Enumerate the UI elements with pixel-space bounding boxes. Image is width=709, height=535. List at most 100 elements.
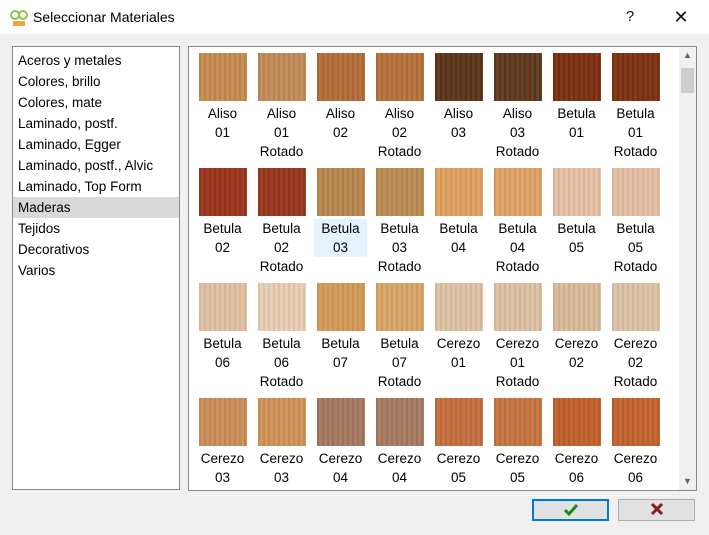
material-label-line: 06 (627, 470, 644, 485)
material-label-line: 03 (450, 125, 467, 140)
material-tile[interactable]: Cerezo 05 (432, 398, 485, 487)
material-swatch (316, 398, 365, 446)
material-label-line: Betula (203, 336, 242, 351)
material-tile[interactable]: Cerezo 03 (255, 398, 308, 487)
material-swatch (375, 168, 424, 216)
material-tile[interactable]: Betula 02 Rotado (255, 168, 308, 276)
material-tile[interactable]: Cerezo 04 (314, 398, 367, 487)
material-label-line: 01 (509, 355, 526, 370)
material-tile[interactable]: Cerezo 06 (550, 398, 603, 487)
material-tile[interactable]: Aliso 02 (314, 53, 367, 142)
material-tile[interactable]: Cerezo 03 (196, 398, 249, 487)
material-tile[interactable]: Betula 01 (550, 53, 603, 142)
material-label: Aliso 01 (196, 104, 249, 142)
material-label-line: 05 (450, 470, 467, 485)
material-tile[interactable]: Betula 02 (196, 168, 249, 257)
material-label: Betula 03 (314, 219, 367, 257)
category-item[interactable]: Laminado, postf. (13, 113, 179, 134)
material-tile[interactable]: Betula 04 Rotado (491, 168, 544, 276)
material-label-line: Rotado (495, 259, 540, 274)
material-label: Betula 05 (550, 219, 603, 257)
material-label-line: 01 (273, 125, 290, 140)
material-tile[interactable]: Betula 03 Rotado (373, 168, 426, 276)
vertical-scrollbar[interactable]: ▲ ▼ (679, 47, 696, 490)
material-label-line: Rotado (377, 374, 422, 389)
material-tile[interactable]: Betula 06 (196, 283, 249, 372)
material-label: Cerezo 03 (255, 449, 308, 487)
material-label-line: Betula (616, 106, 655, 121)
material-tile[interactable]: Betula 07 (314, 283, 367, 372)
material-tile[interactable]: Cerezo 04 (373, 398, 426, 487)
material-tile[interactable]: Aliso 03 Rotado (491, 53, 544, 161)
category-item[interactable]: Varios (13, 260, 179, 281)
material-tile[interactable]: Betula 07 Rotado (373, 283, 426, 391)
material-label-line: 01 (214, 125, 231, 140)
category-item[interactable]: Laminado, Egger (13, 134, 179, 155)
material-tile[interactable]: Betula 04 (432, 168, 485, 257)
material-label-line: Betula (616, 221, 655, 236)
category-item[interactable]: Aceros y metales (13, 50, 179, 71)
material-label: Aliso 03 Rotado (491, 104, 544, 161)
material-label: Betula 02 Rotado (255, 219, 308, 276)
material-swatch (375, 398, 424, 446)
material-tile[interactable]: Cerezo 02 (550, 283, 603, 372)
material-tile[interactable]: Betula 05 Rotado (609, 168, 662, 276)
material-label-line: 06 (568, 470, 585, 485)
material-label-line: 04 (391, 470, 408, 485)
material-label-line: 03 (509, 125, 526, 140)
material-label-line: 02 (568, 355, 585, 370)
material-label-line: 05 (627, 240, 644, 255)
material-label-line: Cerezo (613, 336, 658, 351)
material-tile[interactable]: Betula 06 Rotado (255, 283, 308, 391)
material-tile[interactable]: Betula 03 (314, 168, 367, 257)
material-label-line: Betula (262, 336, 301, 351)
category-item[interactable]: Maderas (13, 197, 179, 218)
title-bar: Seleccionar Materiales ? ✕ (0, 0, 709, 34)
material-label-line: Betula (203, 221, 242, 236)
material-label-line: 07 (391, 355, 408, 370)
cancel-button[interactable] (618, 499, 695, 521)
scroll-up-arrow-icon[interactable]: ▲ (679, 47, 696, 64)
scroll-down-arrow-icon[interactable]: ▼ (679, 473, 696, 490)
close-button[interactable]: ✕ (658, 0, 704, 34)
material-tile[interactable]: Aliso 03 (432, 53, 485, 142)
material-label-line: Betula (380, 221, 419, 236)
category-item[interactable]: Decorativos (13, 239, 179, 260)
material-label: Aliso 03 (432, 104, 485, 142)
material-label-line: Rotado (613, 374, 658, 389)
material-tile[interactable]: Cerezo 02 Rotado (609, 283, 662, 391)
material-tile[interactable]: Aliso 01 Rotado (255, 53, 308, 161)
material-swatch (198, 283, 247, 331)
material-label-line: 01 (450, 355, 467, 370)
material-label-line: Cerezo (436, 336, 481, 351)
material-label-line: Aliso (325, 106, 356, 121)
material-label: Betula 04 (432, 219, 485, 257)
category-list: Aceros y metales Colores, brillo Colores, … (12, 46, 180, 490)
material-label-line: Rotado (259, 374, 304, 389)
help-button[interactable]: ? (607, 0, 653, 34)
material-label-line: Rotado (377, 259, 422, 274)
category-item[interactable]: Colores, mate (13, 92, 179, 113)
category-item[interactable]: Laminado, postf., Alvic (13, 155, 179, 176)
material-tile[interactable]: Cerezo 01 Rotado (491, 283, 544, 391)
material-label: Betula 03 Rotado (373, 219, 426, 276)
material-label-line: 05 (568, 240, 585, 255)
material-tile[interactable]: Betula 05 (550, 168, 603, 257)
material-tile[interactable]: Aliso 01 (196, 53, 249, 142)
material-label-line: 07 (332, 355, 349, 370)
category-item[interactable]: Laminado, Top Form (13, 176, 179, 197)
material-tile[interactable]: Betula 01 Rotado (609, 53, 662, 161)
material-tile[interactable]: Aliso 02 Rotado (373, 53, 426, 161)
material-label-line: Betula (498, 221, 537, 236)
material-label-line: 04 (509, 240, 526, 255)
ok-button[interactable] (532, 499, 609, 521)
category-item[interactable]: Colores, brillo (13, 71, 179, 92)
material-swatch (493, 53, 542, 101)
material-tile[interactable]: Cerezo 05 (491, 398, 544, 487)
material-tile[interactable]: Cerezo 01 (432, 283, 485, 372)
category-item[interactable]: Tejidos (13, 218, 179, 239)
material-tile[interactable]: Cerezo 06 (609, 398, 662, 487)
scroll-thumb[interactable] (681, 68, 694, 93)
material-label-line: Betula (380, 336, 419, 351)
material-label-line: Rotado (377, 144, 422, 159)
